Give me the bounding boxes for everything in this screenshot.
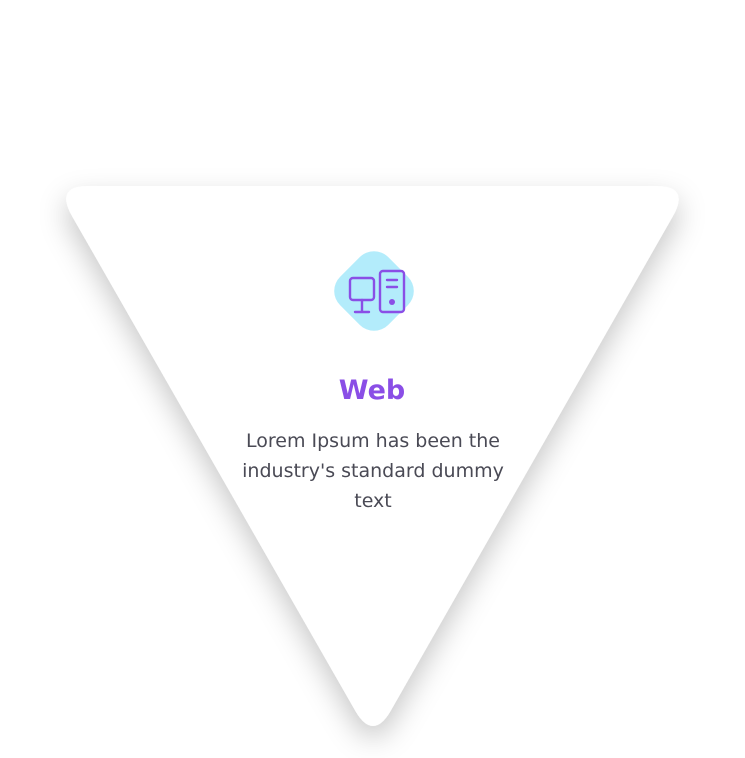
card-content: Web Lorem Ipsum has been the industry's …	[0, 0, 745, 758]
icon-badge	[317, 234, 431, 348]
page-canvas: Web Lorem Ipsum has been the industry's …	[0, 0, 745, 758]
card-title: Web	[338, 375, 406, 406]
card-description: Lorem Ipsum has been the industry's stan…	[242, 430, 504, 512]
computer-desktop-icon	[334, 251, 414, 331]
